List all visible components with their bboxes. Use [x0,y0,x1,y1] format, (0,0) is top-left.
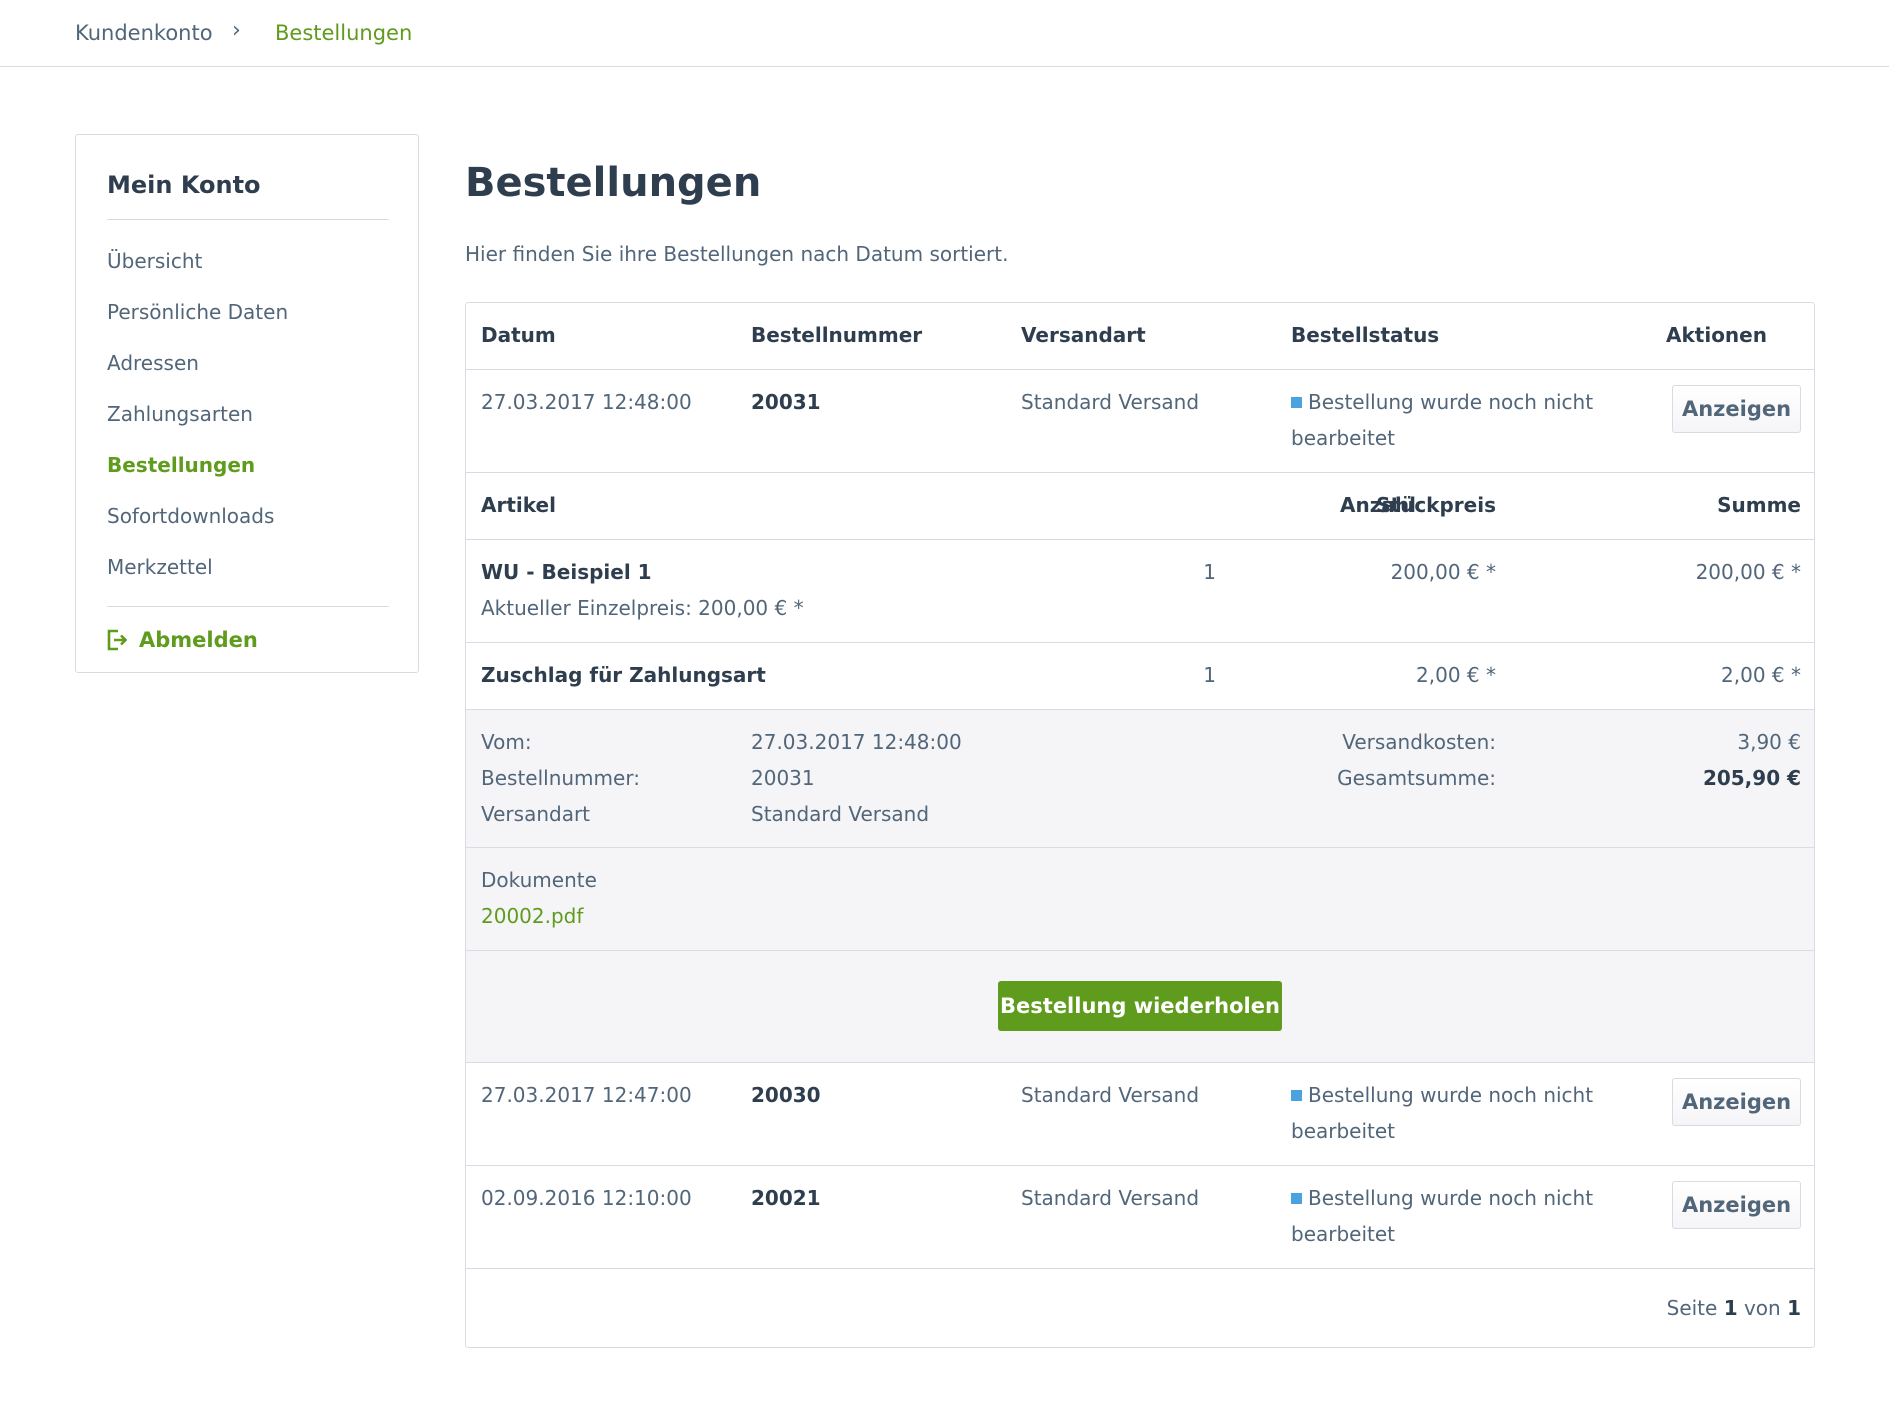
order-status-cont: bearbeitet [1291,1222,1396,1246]
order-summary: Vom: 27.03.2017 12:48:00 Bestellnummer: … [466,710,1814,848]
logout-icon [107,629,127,651]
total-value: 205,90 € [1702,766,1801,790]
order-date: 02.09.2016 12:10:00 [481,1186,692,1210]
logout-label: Abmelden [139,628,258,652]
pagination: Seite 1 von 1 [466,1269,1814,1347]
divider [107,606,389,607]
account-sidebar: Mein Konto Übersicht Persönliche Daten A… [75,134,419,673]
page-title: Bestellungen [465,160,762,206]
header-sum: Summe [1717,493,1801,517]
table-row: 27.03.2017 12:48:00 20031 Standard Versa… [466,370,1814,473]
summary-shipping-label: Versandart [481,802,591,826]
order-shipping: Standard Versand [1021,1186,1200,1210]
sidebar-item-orders[interactable]: Bestellungen [107,453,255,477]
breadcrumb-home-link[interactable]: Kundenkonto [75,21,213,45]
item-note: Aktueller Einzelpreis: 200,00 € * [481,596,804,620]
total-label: Gesamtsumme: [1337,766,1496,790]
shipping-cost-value: 3,90 € [1737,730,1801,754]
order-date: 27.03.2017 12:48:00 [481,390,692,414]
item-name: Zuschlag für Zahlungsart [481,663,766,687]
header-status: Bestellstatus [1291,323,1440,347]
shipping-cost-label: Versandkosten: [1342,730,1496,754]
chevron-right-icon: › [232,18,241,43]
order-status: Bestellung wurde noch nicht [1291,1083,1593,1107]
view-order-button[interactable]: Anzeigen [1672,1181,1801,1229]
table-header: Datum Bestellnummer Versandart Bestellst… [466,303,1814,370]
line-item: WU - Beispiel 1 Aktueller Einzelpreis: 2… [466,540,1814,643]
order-date: 27.03.2017 12:47:00 [481,1083,692,1107]
header-actions: Aktionen [1666,323,1767,347]
order-number: 20021 [751,1186,821,1210]
repeat-order-section: Bestellung wiederholen [466,951,1814,1063]
sidebar-item-downloads[interactable]: Sofortdownloads [107,504,274,528]
sidebar-title: Mein Konto [107,171,261,199]
item-sum: 200,00 € * [1695,560,1801,584]
page-subtitle: Hier finden Sie ihre Bestellungen nach D… [465,242,1009,266]
header-unit-price: Stückpreis [1376,493,1496,517]
order-number: 20030 [751,1083,821,1107]
sidebar-item-personal-data[interactable]: Persönliche Daten [107,300,288,324]
status-indicator-icon [1291,397,1302,408]
order-number: 20031 [751,390,821,414]
line-item: Zuschlag für Zahlungsart 1 2,00 € * 2,00… [466,643,1814,710]
pagination-info: Seite 1 von 1 [1666,1296,1801,1320]
order-shipping: Standard Versand [1021,1083,1200,1107]
logout-link[interactable]: Abmelden [107,628,258,652]
table-row: 27.03.2017 12:47:00 20030 Standard Versa… [466,1063,1814,1166]
divider [107,219,389,220]
summary-number-value: 20031 [751,766,815,790]
item-name: WU - Beispiel 1 [481,560,652,584]
order-status-cont: bearbeitet [1291,1119,1396,1143]
header-date: Datum [481,323,556,347]
item-sum: 2,00 € * [1721,663,1801,687]
summary-from-label: Vom: [481,730,532,754]
order-status: Bestellung wurde noch nicht [1291,1186,1593,1210]
breadcrumb: Kundenkonto › Bestellungen [0,0,1889,67]
summary-from-value: 27.03.2017 12:48:00 [751,730,962,754]
sidebar-item-payment-methods[interactable]: Zahlungsarten [107,402,253,426]
documents-label: Dokumente [481,868,597,892]
item-unit-price: 200,00 € * [1390,560,1496,584]
header-number: Bestellnummer [751,323,923,347]
summary-shipping-value: Standard Versand [751,802,930,826]
header-shipping: Versandart [1021,323,1146,347]
summary-number-label: Bestellnummer: [481,766,640,790]
order-status-cont: bearbeitet [1291,426,1396,450]
documents-section: Dokumente 20002.pdf [466,848,1814,951]
sidebar-item-overview[interactable]: Übersicht [107,249,202,273]
order-status: Bestellung wurde noch nicht [1291,390,1593,414]
status-indicator-icon [1291,1193,1302,1204]
table-row: 02.09.2016 12:10:00 20021 Standard Versa… [466,1166,1814,1269]
repeat-order-button[interactable]: Bestellung wiederholen [998,981,1282,1031]
document-link[interactable]: 20002.pdf [481,904,583,928]
orders-table: Datum Bestellnummer Versandart Bestellst… [465,302,1815,1348]
sidebar-item-wishlist[interactable]: Merkzettel [107,555,213,579]
item-qty: 1 [1203,560,1216,584]
header-article: Artikel [481,493,556,517]
view-order-button[interactable]: Anzeigen [1672,385,1801,433]
order-shipping: Standard Versand [1021,390,1200,414]
article-header: Artikel Anzahl Stückpreis Summe [466,473,1814,540]
status-indicator-icon [1291,1090,1302,1101]
sidebar-item-addresses[interactable]: Adressen [107,351,199,375]
item-qty: 1 [1203,663,1216,687]
item-unit-price: 2,00 € * [1416,663,1496,687]
view-order-button[interactable]: Anzeigen [1672,1078,1801,1126]
breadcrumb-current[interactable]: Bestellungen [275,21,412,45]
